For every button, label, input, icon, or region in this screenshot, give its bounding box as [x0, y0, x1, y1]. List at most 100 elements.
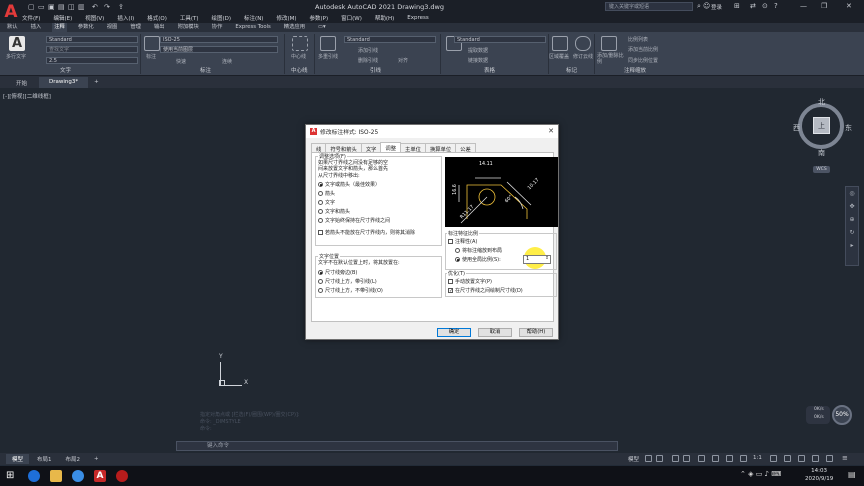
panel-title-table[interactable]: 表格 [484, 66, 495, 74]
fullscreen-icon[interactable] [826, 455, 833, 462]
print-icon[interactable]: ▥ [78, 3, 85, 11]
text-height-select[interactable]: 2.5 [46, 57, 138, 64]
radio-global-scale[interactable]: 使用全局比例(S): [455, 256, 501, 263]
menu-edit[interactable]: 编辑(E) [53, 14, 72, 22]
panel-title-dimension[interactable]: 标注 [200, 66, 211, 74]
viewcube-top[interactable]: 上 [813, 117, 830, 134]
menu-parametric[interactable]: 参数(P) [310, 14, 329, 22]
isodraft-icon[interactable] [698, 455, 705, 462]
panel-title-leader[interactable]: 引线 [370, 66, 381, 74]
recorder-icon[interactable] [116, 470, 128, 482]
radio-arrows[interactable]: 箭头 [318, 190, 335, 197]
tab-drawing3[interactable]: Drawing3* [39, 77, 89, 88]
osnap-icon[interactable] [712, 455, 719, 462]
windows-start-icon[interactable]: ⊞ [6, 470, 14, 481]
share-icon[interactable]: ⇪ [118, 3, 124, 11]
menu-express[interactable]: Express [407, 15, 428, 21]
help-icon[interactable]: ? [774, 2, 778, 10]
tray-icons[interactable]: ⌃ ◈ ▭ ♪ ⌨ [740, 470, 781, 478]
radio-beside-dim-line[interactable]: 尺寸线旁边(B) [318, 269, 357, 276]
scale-list-button[interactable]: 比例列表 [628, 36, 648, 43]
taskbar-clock[interactable]: 14:03 2020/9/19 [805, 467, 833, 483]
dim-style-select[interactable]: ISO-25 [160, 36, 278, 43]
lineweight-icon[interactable] [726, 455, 733, 462]
tab-addins[interactable]: 附加模块 [176, 23, 201, 32]
file-explorer-icon[interactable] [50, 470, 62, 482]
multiline-text-button[interactable]: 多行文字 [6, 53, 26, 60]
autocad-taskbar-icon[interactable]: A [94, 470, 106, 482]
dialog-title-bar[interactable]: A 修改标注样式: ISO-25 ✕ [306, 125, 558, 138]
menu-help[interactable]: 帮助(H) [375, 14, 394, 22]
help-button[interactable]: 帮助(H) [519, 328, 553, 337]
tab-express-tools[interactable]: Express Tools [233, 23, 272, 32]
revcloud-icon[interactable] [575, 36, 591, 51]
workspace-icon[interactable] [770, 455, 777, 462]
search-input[interactable]: 键入关键字或短语 [605, 2, 693, 11]
dimension-icon[interactable] [144, 36, 160, 51]
radio-text[interactable]: 文字 [318, 199, 335, 206]
add-layout-icon[interactable]: + [88, 455, 105, 463]
annotation-scale-icon[interactable] [601, 36, 617, 51]
multileader-button[interactable]: 多重引线 [318, 53, 338, 60]
centerline-button[interactable]: 中心线 [291, 53, 306, 60]
annotative-checkbox[interactable]: 注释性(A) [448, 238, 477, 245]
exchange-icon[interactable]: ⇄ [750, 2, 756, 10]
menu-view[interactable]: 视图(V) [85, 14, 104, 22]
tab-layout2[interactable]: 布局2 [60, 454, 87, 464]
menu-format[interactable]: 格式(O) [147, 14, 167, 22]
tab-collaborate[interactable]: 协作 [210, 23, 225, 32]
units-icon[interactable] [784, 455, 791, 462]
sign-in-link[interactable]: 登录 [711, 3, 722, 11]
web-icon[interactable]: ◫ [68, 3, 75, 11]
viewport-controls[interactable]: [-][俯视][二维线框] [3, 92, 51, 100]
tab-output[interactable]: 输出 [152, 23, 167, 32]
grid-icon[interactable] [645, 455, 652, 462]
panel-title-markup[interactable]: 标记 [566, 66, 577, 74]
menu-draw[interactable]: 绘图(D) [212, 14, 232, 22]
quick-properties-icon[interactable] [798, 455, 805, 462]
tab-manage[interactable]: 管理 [128, 23, 143, 32]
menu-dimension[interactable]: 标注(N) [244, 14, 263, 22]
menu-modify[interactable]: 修改(M) [276, 14, 296, 22]
text-style-select[interactable]: Standard [46, 36, 138, 43]
open-icon[interactable]: ▭ [38, 3, 45, 11]
tab-parametric[interactable]: 参数化 [76, 23, 96, 32]
viewcube-north[interactable]: 北 [818, 97, 825, 107]
minimize-icon[interactable]: — [800, 2, 807, 10]
menu-file[interactable]: 文件(F) [22, 14, 40, 22]
multileader-icon[interactable] [320, 36, 336, 51]
viewcube-south[interactable]: 南 [818, 148, 825, 158]
annotation-visibility-icon[interactable] [740, 455, 747, 462]
revcloud-button[interactable]: 修订云线 [573, 53, 593, 60]
leader-style-select[interactable]: Standard [344, 36, 436, 43]
table-style-select[interactable]: Standard [454, 36, 546, 43]
maximize-icon[interactable]: ❐ [821, 2, 827, 10]
a360-icon[interactable]: ⊙ [762, 2, 768, 10]
dialog-close-icon[interactable]: ✕ [548, 127, 554, 135]
new-icon[interactable]: ▢ [28, 3, 35, 11]
find-text-input[interactable]: 查找文字 [46, 46, 138, 53]
tab-annotate[interactable]: 注释 [52, 23, 67, 32]
add-remove-scale-button[interactable]: 添加/删除比例 [597, 53, 625, 65]
centerline-icon[interactable] [292, 36, 308, 51]
saveas-icon[interactable]: ▤ [58, 3, 65, 11]
radio-over-with-leader[interactable]: 尺寸线上方，带引线(L) [318, 278, 377, 285]
close-icon[interactable]: ✕ [846, 2, 852, 10]
menu-window[interactable]: 窗口(W) [341, 14, 362, 22]
ortho-icon[interactable] [672, 455, 679, 462]
spinner-icon[interactable]: ⇕ [545, 256, 549, 261]
tab-layout1[interactable]: 布局1 [31, 454, 58, 464]
draw-dimline-checkbox[interactable]: ✓ 在尺寸界线之间绘制尺寸线(D) [448, 287, 523, 294]
add-leader-button[interactable]: 添加引线 [358, 47, 378, 54]
dim-layer-select[interactable]: 使用当前图层 [160, 46, 278, 53]
snap-icon[interactable] [656, 455, 663, 462]
search-icon[interactable]: ⌕ [697, 2, 701, 11]
panel-title-text[interactable]: 文字 [60, 66, 71, 74]
tab-default[interactable]: 默认 [5, 23, 20, 32]
save-icon[interactable]: ▣ [48, 3, 55, 11]
navigation-bar[interactable]: ◎ ✥ ⊕ ↻ ▸ [845, 186, 859, 266]
isolate-objects-icon[interactable] [812, 455, 819, 462]
tab-featured-apps[interactable]: 精选应用 [282, 23, 307, 32]
command-input[interactable]: 键入命令 [176, 441, 618, 451]
tab-model[interactable]: 模型 [6, 454, 30, 464]
